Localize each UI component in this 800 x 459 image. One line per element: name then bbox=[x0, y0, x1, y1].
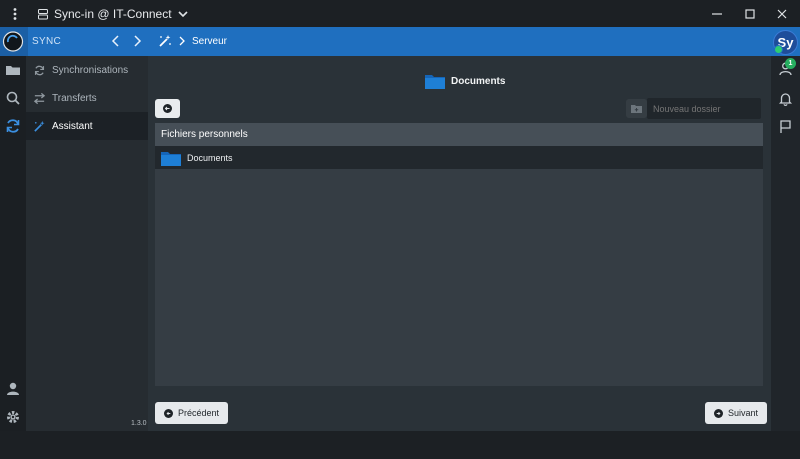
sync-icon bbox=[33, 64, 46, 77]
new-folder-icon[interactable] bbox=[626, 99, 647, 118]
window-titlebar: Sync-in @ IT-Connect bbox=[0, 0, 800, 27]
file-name: Documents bbox=[187, 152, 233, 163]
chevron-right-icon[interactable] bbox=[130, 34, 144, 48]
list-item[interactable]: Documents bbox=[155, 146, 763, 169]
sidebar-item-assistant[interactable]: Assistant bbox=[26, 112, 148, 140]
chevron-right-icon bbox=[178, 36, 186, 46]
current-folder-name: Documents bbox=[451, 75, 506, 87]
next-button-label: Suivant bbox=[728, 408, 759, 418]
breadcrumb-current[interactable]: Serveur bbox=[192, 36, 227, 47]
sidebar: Synchronisations Transferts Assistant 1.… bbox=[26, 56, 148, 431]
maximize-icon[interactable] bbox=[742, 6, 758, 22]
arrow-left-circle-icon bbox=[164, 408, 173, 418]
minimize-icon[interactable] bbox=[709, 6, 725, 22]
transfer-icon bbox=[33, 92, 46, 105]
new-folder-input[interactable] bbox=[647, 98, 761, 119]
previous-button-label: Précédent bbox=[178, 408, 220, 418]
icon-rail bbox=[0, 56, 26, 431]
sidebar-item-label: Assistant bbox=[52, 120, 93, 132]
sidebar-item-label: Synchronisations bbox=[52, 64, 129, 76]
bell-icon[interactable] bbox=[778, 91, 793, 106]
sidebar-item-synchronisations[interactable]: Synchronisations bbox=[26, 56, 148, 84]
section-label: SYNC bbox=[32, 36, 61, 47]
user-icon[interactable] bbox=[4, 380, 22, 398]
menu-dots-icon[interactable] bbox=[8, 6, 22, 22]
back-button[interactable] bbox=[155, 99, 180, 118]
main-content: Documents Fichiers personnels Documents … bbox=[148, 56, 771, 431]
search-icon[interactable] bbox=[4, 89, 22, 107]
online-status-dot bbox=[774, 45, 783, 54]
notification-badge: 1 bbox=[785, 58, 796, 69]
profile-name: Sync-in @ IT-Connect bbox=[54, 7, 172, 21]
magic-wand-icon bbox=[33, 120, 46, 133]
flag-icon[interactable] bbox=[778, 119, 793, 134]
close-icon[interactable] bbox=[774, 6, 790, 22]
folder-icon bbox=[161, 150, 181, 166]
app-logo bbox=[0, 27, 28, 56]
panel-title: Fichiers personnels bbox=[155, 123, 763, 146]
breadcrumb: Serveur bbox=[158, 34, 227, 48]
current-folder-title: Documents bbox=[425, 73, 505, 89]
sync-icon[interactable] bbox=[4, 117, 22, 135]
app-version: 1.3.0 bbox=[131, 420, 147, 427]
sidebar-item-label: Transferts bbox=[52, 92, 97, 104]
next-button[interactable]: Suivant bbox=[705, 402, 768, 424]
chevron-left-icon[interactable] bbox=[109, 34, 123, 48]
chevron-down-icon bbox=[177, 10, 188, 18]
magic-wand-icon bbox=[158, 34, 172, 48]
folder-icon bbox=[425, 73, 445, 89]
sidebar-item-transferts[interactable]: Transferts bbox=[26, 84, 148, 112]
right-rail bbox=[771, 56, 800, 431]
previous-button[interactable]: Précédent bbox=[155, 402, 229, 424]
gear-icon[interactable] bbox=[4, 408, 22, 426]
server-profile-selector[interactable]: Sync-in @ IT-Connect bbox=[38, 4, 188, 24]
file-browser-panel: Fichiers personnels Documents bbox=[155, 123, 763, 386]
bottom-bar bbox=[0, 431, 800, 459]
app-header: SYNC Serveur Sy bbox=[0, 27, 800, 56]
arrow-right-circle-icon bbox=[714, 408, 723, 418]
folder-icon[interactable] bbox=[4, 61, 22, 79]
server-icon bbox=[38, 8, 48, 20]
